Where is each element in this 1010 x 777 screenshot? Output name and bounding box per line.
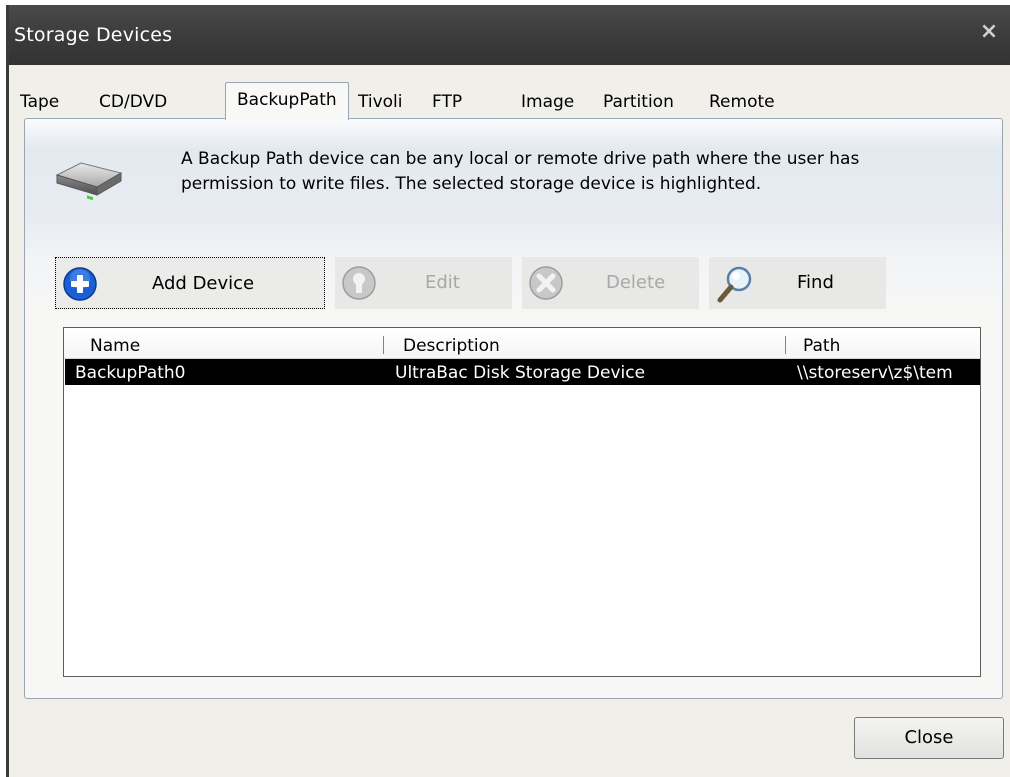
add-icon [63, 267, 97, 301]
close-icon[interactable]: × [978, 21, 1000, 43]
cell-name: BackupPath0 [75, 363, 186, 383]
info-line-1: A Backup Path device can be any local or… [181, 149, 860, 169]
delete-icon [529, 266, 563, 300]
edit-button[interactable]: Edit [335, 257, 512, 309]
device-toolbar: Add Device Edit Delete Find [55, 257, 1002, 315]
find-label: Find [797, 272, 834, 293]
list-header: Name Description Path [64, 328, 980, 359]
edit-label: Edit [425, 272, 460, 293]
column-header-name[interactable]: Name [90, 336, 140, 356]
tab-strip: Tape CD/DVD BackupPath Tivoli FTP Image … [9, 82, 1010, 120]
delete-button[interactable]: Delete [522, 257, 699, 309]
tab-cd-dvd[interactable]: CD/DVD [99, 92, 167, 112]
tab-image[interactable]: Image [521, 92, 574, 112]
tab-tape[interactable]: Tape [20, 92, 59, 112]
tab-backuppath[interactable]: BackupPath [225, 82, 349, 120]
table-row[interactable]: BackupPath0 UltraBac Disk Storage Device… [65, 359, 980, 385]
tab-remote[interactable]: Remote [709, 92, 775, 112]
column-divider[interactable] [785, 336, 786, 354]
window-title: Storage Devices [14, 24, 173, 46]
backuppath-panel: A Backup Path device can be any local or… [24, 118, 1003, 699]
title-bar[interactable]: Storage Devices × [9, 5, 1010, 65]
tab-tivoli[interactable]: Tivoli [358, 92, 403, 112]
device-list[interactable]: Name Description Path BackupPath0 UltraB… [63, 327, 981, 677]
add-device-button[interactable]: Add Device [55, 257, 325, 309]
tab-ftp[interactable]: FTP [432, 92, 462, 112]
column-divider[interactable] [383, 336, 384, 354]
edit-icon [342, 266, 376, 300]
add-device-label: Add Device [152, 273, 255, 294]
delete-label: Delete [606, 272, 666, 293]
storage-devices-window: Storage Devices × Tape CD/DVD BackupPath… [6, 5, 1010, 777]
close-button[interactable]: Close [854, 717, 1004, 759]
cell-path: \\storeserv\z$\tem [797, 363, 953, 383]
magnifier-icon [717, 266, 752, 303]
find-button[interactable]: Find [709, 257, 886, 309]
column-header-path[interactable]: Path [803, 336, 840, 356]
hard-drive-icon [53, 155, 125, 201]
cell-description: UltraBac Disk Storage Device [395, 363, 646, 383]
info-description: A Backup Path device can be any local or… [181, 147, 981, 197]
info-line-2: permission to write files. The selected … [181, 174, 762, 194]
column-header-description[interactable]: Description [403, 336, 500, 356]
tab-partition[interactable]: Partition [603, 92, 674, 112]
